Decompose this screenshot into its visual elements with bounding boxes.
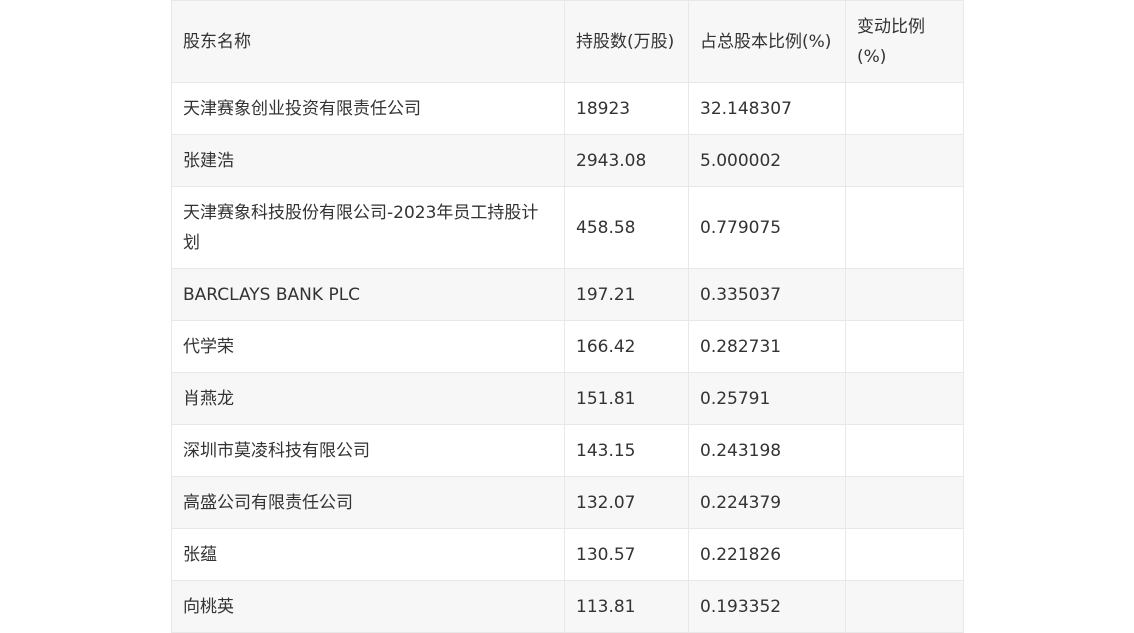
cell-change-ratio bbox=[845, 320, 964, 373]
cell-shares-held: 130.57 bbox=[564, 528, 689, 581]
table-row: BARCLAYS BANK PLC 197.21 0.335037 bbox=[171, 268, 964, 321]
header-share-ratio: 占总股本比例(%) bbox=[688, 0, 846, 83]
cell-share-ratio: 0.282731 bbox=[688, 320, 846, 373]
cell-shareholder-name: 天津赛象创业投资有限责任公司 bbox=[171, 82, 565, 135]
table-row: 张建浩 2943.08 5.000002 bbox=[171, 134, 964, 187]
cell-shareholder-name: 深圳市莫凌科技有限公司 bbox=[171, 424, 565, 477]
table-row: 天津赛象科技股份有限公司-2023年员工持股计划 458.58 0.779075 bbox=[171, 186, 964, 269]
cell-share-ratio: 0.193352 bbox=[688, 580, 846, 633]
table-row: 肖燕龙 151.81 0.25791 bbox=[171, 372, 964, 425]
table-row: 张蕴 130.57 0.221826 bbox=[171, 528, 964, 581]
cell-shareholder-name: 张建浩 bbox=[171, 134, 565, 187]
cell-change-ratio bbox=[845, 268, 964, 321]
cell-change-ratio bbox=[845, 528, 964, 581]
shareholder-table-container: 股东名称 持股数(万股) 占总股本比例(%) 变动比例(%) 天津赛象创业投资有… bbox=[171, 0, 964, 633]
header-shares-held: 持股数(万股) bbox=[564, 0, 689, 83]
cell-share-ratio: 5.000002 bbox=[688, 134, 846, 187]
cell-change-ratio bbox=[845, 424, 964, 477]
cell-share-ratio: 32.148307 bbox=[688, 82, 846, 135]
cell-share-ratio: 0.25791 bbox=[688, 372, 846, 425]
cell-shares-held: 197.21 bbox=[564, 268, 689, 321]
header-shareholder-name: 股东名称 bbox=[171, 0, 565, 83]
cell-shares-held: 166.42 bbox=[564, 320, 689, 373]
table-row: 代学荣 166.42 0.282731 bbox=[171, 320, 964, 373]
cell-shareholder-name: 天津赛象科技股份有限公司-2023年员工持股计划 bbox=[171, 186, 565, 269]
cell-shareholder-name: 肖燕龙 bbox=[171, 372, 565, 425]
cell-change-ratio bbox=[845, 372, 964, 425]
table-row: 深圳市莫凌科技有限公司 143.15 0.243198 bbox=[171, 424, 964, 477]
cell-shareholder-name: 向桃英 bbox=[171, 580, 565, 633]
table-row: 天津赛象创业投资有限责任公司 18923 32.148307 bbox=[171, 82, 964, 135]
cell-change-ratio bbox=[845, 82, 964, 135]
shareholder-table: 股东名称 持股数(万股) 占总股本比例(%) 变动比例(%) 天津赛象创业投资有… bbox=[171, 0, 964, 633]
cell-share-ratio: 0.224379 bbox=[688, 476, 846, 529]
cell-share-ratio: 0.221826 bbox=[688, 528, 846, 581]
cell-shares-held: 151.81 bbox=[564, 372, 689, 425]
cell-shares-held: 2943.08 bbox=[564, 134, 689, 187]
table-row: 高盛公司有限责任公司 132.07 0.224379 bbox=[171, 476, 964, 529]
cell-shareholder-name: 张蕴 bbox=[171, 528, 565, 581]
cell-share-ratio: 0.243198 bbox=[688, 424, 846, 477]
header-row: 股东名称 持股数(万股) 占总股本比例(%) 变动比例(%) bbox=[171, 0, 964, 83]
cell-shares-held: 18923 bbox=[564, 82, 689, 135]
cell-share-ratio: 0.335037 bbox=[688, 268, 846, 321]
cell-shareholder-name: BARCLAYS BANK PLC bbox=[171, 268, 565, 321]
cell-shares-held: 132.07 bbox=[564, 476, 689, 529]
cell-shares-held: 143.15 bbox=[564, 424, 689, 477]
table-body: 天津赛象创业投资有限责任公司 18923 32.148307 张建浩 2943.… bbox=[171, 82, 964, 633]
cell-change-ratio bbox=[845, 134, 964, 187]
cell-change-ratio bbox=[845, 476, 964, 529]
cell-shareholder-name: 代学荣 bbox=[171, 320, 565, 373]
cell-shares-held: 458.58 bbox=[564, 186, 689, 269]
cell-change-ratio bbox=[845, 186, 964, 269]
cell-change-ratio bbox=[845, 580, 964, 633]
cell-shares-held: 113.81 bbox=[564, 580, 689, 633]
header-change-ratio: 变动比例(%) bbox=[845, 0, 964, 83]
table-header: 股东名称 持股数(万股) 占总股本比例(%) 变动比例(%) bbox=[171, 0, 964, 83]
cell-share-ratio: 0.779075 bbox=[688, 186, 846, 269]
cell-shareholder-name: 高盛公司有限责任公司 bbox=[171, 476, 565, 529]
table-row: 向桃英 113.81 0.193352 bbox=[171, 580, 964, 633]
